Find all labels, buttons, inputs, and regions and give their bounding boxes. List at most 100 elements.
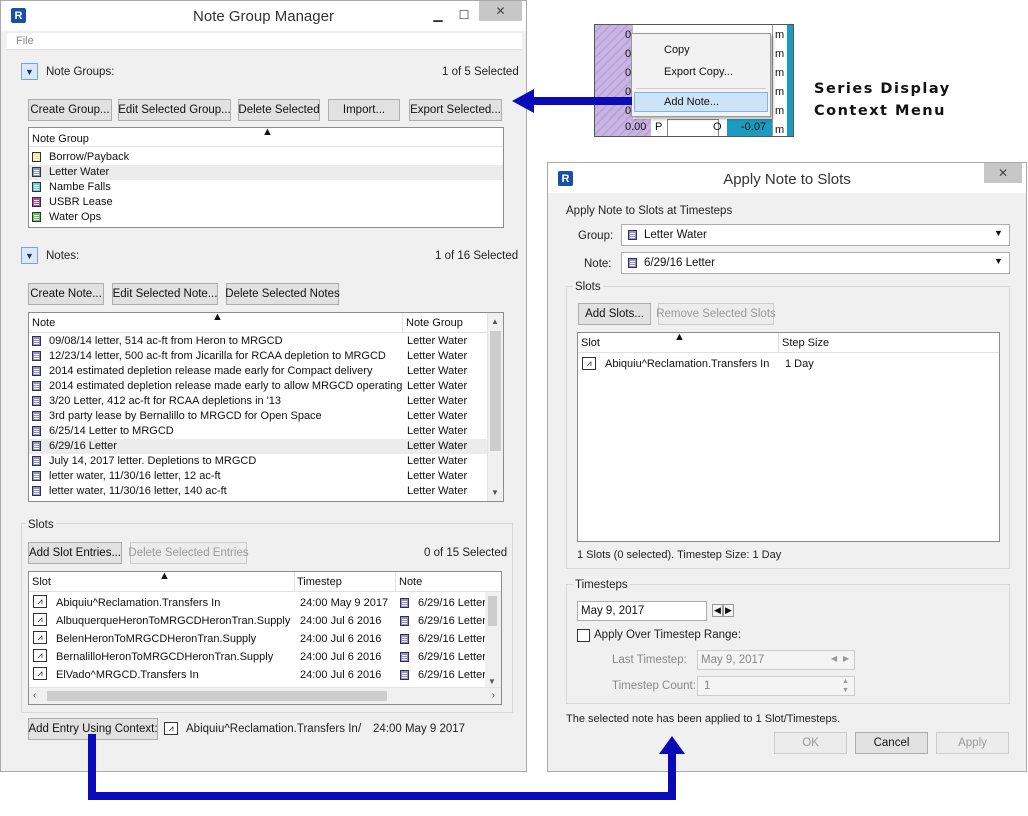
table-row[interactable]: ⩘ AlbuquerqueHeronToMRGCDHeronTran.Supply… (29, 612, 486, 630)
unit-cell: m (775, 67, 785, 79)
list-item[interactable]: Borrow/Payback (29, 150, 503, 165)
slots-header[interactable]: ▲ Slot Timestep Note (29, 572, 501, 592)
remove-selected-slots-button[interactable]: Remove Selected Slots (656, 303, 776, 325)
step-back-icon[interactable]: ◀ (712, 604, 723, 617)
note-icon (32, 411, 41, 421)
table-row[interactable]: 2014 estimated depletion release made ea… (29, 364, 487, 379)
sort-asc-icon: ▲ (262, 127, 273, 138)
table-row[interactable]: 6/29/16 Letter Letter Water (29, 439, 487, 454)
slot-icon: ⩘ (582, 357, 596, 370)
table-row[interactable]: letter water, 11/30/16 letter, 12 ac-ft L… (29, 469, 487, 484)
scroll-thumb[interactable] (490, 331, 501, 451)
ans-titlebar[interactable]: R Apply Note to Slots ✕ (548, 163, 1026, 193)
ok-button[interactable]: OK (774, 732, 847, 754)
menu-file[interactable]: File (16, 35, 34, 47)
note-text: letter water, 11/30/16 letter, 140 ac-ft (49, 485, 227, 497)
table-row[interactable]: ⩘ ElVado^MRGCD.Transfers In 24:00 Jul 6 20… (29, 666, 486, 684)
last-timestep-field[interactable]: May 9, 2017 ◀ ▶ (697, 650, 855, 670)
spinner-icon[interactable]: ▲ ▼ (842, 677, 849, 695)
minimize-icon[interactable]: ▁ (427, 5, 449, 25)
list-item[interactable]: Water Ops (29, 210, 503, 225)
scroll-right-icon[interactable]: › (492, 690, 495, 701)
cancel-button[interactable]: Cancel (855, 732, 928, 754)
table-row[interactable]: ⩘ Abiquiu^Reclamation.Transfers In 24:00 M… (29, 594, 486, 612)
edit-selected-group-button[interactable]: Edit Selected Group... (118, 99, 231, 121)
scroll-thumb[interactable] (488, 596, 497, 626)
notes-count: 1 of 16 Selected (435, 250, 519, 262)
ngm-titlebar[interactable]: R Note Group Manager ▁ ☐ ✕ (1, 1, 526, 31)
add-slot-entries-button[interactable]: Add Slot Entries... (28, 542, 122, 564)
table-row[interactable]: letter water, 11/30/16 letter, 140 ac-ft… (29, 484, 487, 499)
apply-slots-header[interactable]: ▲ Slot Step Size (578, 333, 999, 353)
note-select-value: 6/29/16 Letter (644, 257, 715, 269)
scroll-down-icon[interactable]: ▼ (491, 488, 499, 497)
table-row[interactable]: ⩘ BelenHeronToMRGCDHeronTran.Supply 24:00 … (29, 630, 486, 648)
range-checkbox[interactable] (577, 629, 590, 642)
note-group-cell: Letter Water (407, 395, 468, 407)
note-groups-collapse-icon[interactable]: ▼ (21, 63, 38, 80)
scroll-down-icon[interactable]: ▼ (488, 677, 496, 686)
add-slots-button[interactable]: Add Slots... (578, 303, 651, 325)
maximize-icon[interactable]: ☐ (453, 5, 475, 25)
export-selected-button[interactable]: Export Selected... (409, 99, 502, 121)
timestep-count-field[interactable]: 1 ▲ ▼ (697, 676, 855, 696)
note-text: 3/20 Letter, 412 ac-ft for RCAA depletio… (49, 395, 282, 407)
apply-button[interactable]: Apply (936, 732, 1009, 754)
delete-selected-entries-button[interactable]: Delete Selected Entries (128, 542, 249, 564)
list-item[interactable]: Letter Water (29, 165, 503, 180)
scroll-up-icon[interactable]: ▲ (491, 317, 499, 326)
create-note-button[interactable]: Create Note... (28, 283, 104, 305)
table-row[interactable]: 3/20 Letter, 412 ac-ft for RCAA depletio… (29, 394, 487, 409)
delete-selected-group-button[interactable]: Delete Selected (238, 99, 320, 121)
slots-vscroll[interactable]: ▼ (485, 592, 501, 688)
notes-label: Notes: (46, 250, 80, 262)
note-groups-header[interactable]: ▲ Note Group (29, 128, 503, 147)
hscroll-thumb[interactable] (47, 691, 387, 701)
notes-scrollbar[interactable]: ▲ ▼ (487, 313, 503, 501)
timestep-date-field[interactable]: May 9, 2017 ◀ ▶ (577, 601, 734, 621)
note-icon (400, 598, 409, 608)
step-back-icon[interactable]: ◀ (831, 654, 837, 663)
note-group-cell: Letter Water (407, 440, 468, 452)
slot-name: AlbuquerqueHeronToMRGCDHeronTran.Supply (56, 615, 291, 627)
table-row[interactable]: 2014 estimated depletion release made ea… (29, 379, 487, 394)
table-row[interactable]: 3rd party lease by Bernalillo to MRGCD f… (29, 409, 487, 424)
note-group-icon (32, 182, 41, 192)
note-group-cell: Letter Water (407, 335, 468, 347)
list-item[interactable]: Nambe Falls (29, 180, 503, 195)
close-icon[interactable]: ✕ (479, 1, 522, 21)
menu-item-export-copy[interactable]: Export Copy... (633, 62, 769, 82)
edit-selected-note-button[interactable]: Edit Selected Note... (112, 283, 218, 305)
table-row[interactable]: 6/25/14 Letter to MRGCD Letter Water (29, 424, 487, 439)
import-button[interactable]: Import... (328, 99, 400, 121)
slots-hscroll[interactable]: ‹ › (29, 687, 501, 704)
menu-item-add-note[interactable]: Add Note... (634, 92, 768, 112)
menu-item-copy[interactable]: Copy (633, 40, 769, 60)
table-row[interactable]: July 14, 2017 letter. Depletions to MRGC… (29, 454, 487, 469)
list-item[interactable]: USBR Lease (29, 195, 503, 210)
note-cell: 6/29/16 Letter (418, 615, 486, 627)
step-forward-icon[interactable]: ▶ (843, 654, 849, 663)
note-icon (400, 634, 409, 644)
note-select[interactable]: 6/29/16 Letter ▼ (621, 252, 1010, 274)
create-group-button[interactable]: Create Group... (28, 99, 112, 121)
slots-count: 0 of 15 Selected (424, 547, 508, 559)
callout-arrow-bottom (88, 734, 685, 800)
table-row[interactable]: ⩘ Abiquiu^Reclamation.Transfers In 1 Day (578, 356, 999, 374)
note-icon (32, 441, 41, 451)
timestep-cell: 24:00 May 9 2017 (300, 597, 389, 609)
table-row[interactable]: 09/08/14 letter, 514 ac-ft from Heron to… (29, 334, 487, 349)
table-row[interactable]: ⩘ BernalilloHeronToMRGCDHeronTran.Supply 2… (29, 648, 486, 666)
notes-header[interactable]: ▲ Note Note Group (29, 313, 503, 333)
table-row[interactable]: 12/23/14 letter, 500 ac-ft from Jicarill… (29, 349, 487, 364)
slot-icon: ⩘ (33, 667, 47, 680)
close-icon[interactable]: ✕ (984, 163, 1022, 183)
note-icon (32, 456, 41, 466)
scroll-left-icon[interactable]: ‹ (33, 690, 36, 701)
last-cell-value: 0.00 (625, 121, 647, 133)
group-select[interactable]: Letter Water ▼ (621, 224, 1010, 246)
step-forward-icon[interactable]: ▶ (723, 604, 734, 617)
delete-selected-notes-button[interactable]: Delete Selected Notes (225, 283, 340, 305)
slot-name: BernalilloHeronToMRGCDHeronTran.Supply (56, 651, 274, 663)
notes-collapse-icon[interactable]: ▼ (21, 247, 38, 264)
